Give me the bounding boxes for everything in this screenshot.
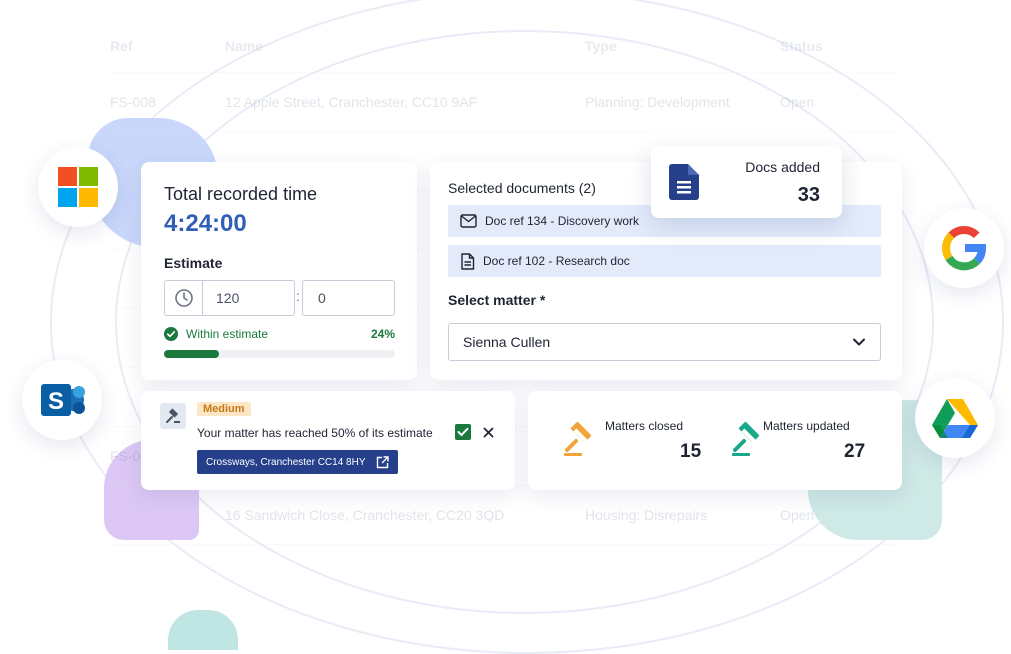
file-icon [669,164,699,205]
select-matter-label: Select matter * [448,292,546,308]
table-cell-status: Open [780,507,815,523]
table-header-row: Ref Name Type Status [110,20,900,73]
table-header-status: Status [780,38,823,54]
recorded-time-value: 4:24:00 [164,210,247,237]
svg-text:S: S [48,388,64,415]
close-icon [483,427,493,437]
matters-closed-label: Matters closed [605,419,684,433]
docs-added-card: Docs added 33 [651,146,842,218]
estimate-hours-input[interactable]: 120 [202,280,295,316]
document-icon [460,252,475,270]
matters-updated-label: Matters updated [763,419,850,433]
table-row: FS-008 12 Apple Street, Cranchester, CC1… [110,73,900,132]
select-matter-value: Sienna Cullen [463,334,551,350]
select-matter-dropdown[interactable]: Sienna Cullen [448,323,881,361]
dismiss-button[interactable] [481,424,495,440]
estimate-progress-fill [164,350,220,358]
table-cell-ref: FS-008 [110,94,156,110]
table-cell-type: Planning: Development [585,94,730,110]
docs-added-label: Docs added [745,159,820,175]
accept-checkbox[interactable] [455,424,471,440]
matters-updated-value: 27 [844,441,866,462]
google-logo [924,208,1004,288]
estimate-separator: : [296,288,300,304]
decor-blob-teal-small [168,610,238,650]
table-row: 16 Sandwich Close, Cranchester, CC20 3QD… [110,486,900,545]
notification-message: Your matter has reached 50% of its estim… [197,426,433,440]
gavel-teal-icon [730,421,766,462]
table-header-type: Type [585,38,617,54]
check-icon [457,427,469,436]
priority-badge: Medium [197,402,251,416]
estimate-progress-bar [164,350,395,358]
estimate-notification-card: Medium Your matter has reached 50% of it… [141,391,515,490]
recorded-time-title: Total recorded time [164,184,318,204]
gavel-orange-icon [562,421,598,462]
microsoft-icon [58,167,98,207]
mail-icon [460,214,477,228]
document-item-label: Doc ref 134 - Discovery work [485,214,640,228]
sharepoint-logo: S [22,360,102,440]
matter-link-button[interactable]: Crossways, Cranchester CC14 8HY [197,450,398,474]
table-header-ref: Ref [110,38,133,54]
microsoft-logo [38,147,118,227]
google-drive-icon [932,399,978,438]
google-icon [941,226,986,271]
google-drive-logo [915,378,995,458]
table-header-name: Name [225,38,264,54]
table-cell-type: Housing: Disrepairs [585,507,708,523]
check-circle-icon [164,327,178,341]
estimate-clock-button[interactable] [164,280,202,316]
chevron-down-icon [853,338,865,346]
within-estimate-status: Within estimate [164,327,268,341]
table-cell-name: 12 Apple Street, Cranchester, CC10 9AF [225,94,478,110]
clock-icon [174,289,193,307]
table-cell-name: 16 Sandwich Close, Cranchester, CC20 3QD [225,507,505,523]
selected-documents-title: Selected documents (2) [448,180,596,196]
docs-added-value: 33 [797,184,820,206]
estimate-label: Estimate [164,255,223,271]
matter-link-label: Crossways, Cranchester CC14 8HY [206,456,366,468]
document-item[interactable]: Doc ref 102 - Research doc [448,245,881,277]
matters-stats-card: Matters closed 15 Matters updated 27 [528,391,902,490]
recorded-time-card: Total recorded time 4:24:00 Estimate 120… [141,162,417,380]
external-link-icon [376,455,389,468]
matters-closed-value: 15 [680,441,702,462]
within-estimate-text: Within estimate [186,327,269,341]
sharepoint-icon: S [41,384,85,416]
table-cell-status: Open [780,94,815,110]
estimate-minutes-input[interactable]: 0 [302,280,395,316]
document-item-label: Doc ref 102 - Research doc [483,254,630,268]
estimate-percent: 24% [370,327,395,341]
gavel-icon [160,403,186,429]
